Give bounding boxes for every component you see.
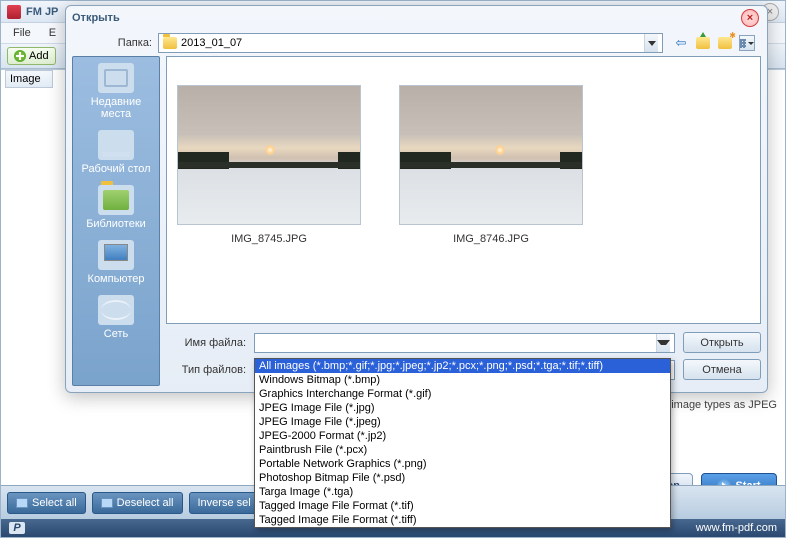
place-desktop[interactable]: Рабочий стол [75, 130, 157, 175]
file-list[interactable]: IMG_8745.JPG IMG_8746.JPG [166, 56, 761, 324]
place-computer[interactable]: Компьютер [75, 240, 157, 285]
folder-icon [163, 37, 177, 49]
app-icon [7, 5, 21, 19]
dropdown-option[interactable]: Paintbrush File (*.pcx) [255, 443, 670, 457]
close-icon[interactable]: × [741, 9, 759, 27]
recent-icon [98, 63, 134, 93]
deselect-all-label: Deselect all [117, 497, 174, 509]
place-label: Недавние места [75, 96, 157, 120]
nav-icons: ⇦ [669, 35, 759, 51]
folder-combo[interactable]: 2013_01_07 [158, 33, 663, 53]
dialog-title: Открыть [72, 12, 741, 24]
chevron-down-icon[interactable] [644, 34, 658, 52]
file-item[interactable]: IMG_8746.JPG [399, 85, 583, 313]
checkbox-empty-icon [101, 498, 113, 508]
libraries-icon [98, 185, 134, 215]
places-bar: Недавние места Рабочий стол Библиотеки К… [72, 56, 160, 386]
place-network[interactable]: Сеть [75, 295, 157, 340]
dialog-nav: Папка: 2013_01_07 ⇦ [66, 30, 767, 56]
up-folder-icon[interactable] [695, 35, 711, 51]
folder-value: 2013_01_07 [181, 37, 640, 49]
filename-label: Имя файла: [166, 337, 246, 349]
new-folder-icon[interactable] [717, 35, 733, 51]
place-label: Сеть [75, 328, 157, 340]
file-item[interactable]: IMG_8745.JPG [177, 85, 361, 313]
dropdown-option[interactable]: Photoshop Bitmap File (*.psd) [255, 471, 670, 485]
file-name: IMG_8745.JPG [177, 233, 361, 245]
view-mode-button[interactable] [739, 35, 755, 51]
status-url[interactable]: www.fm-pdf.com [696, 522, 777, 534]
folder-label: Папка: [74, 37, 152, 49]
place-label: Компьютер [75, 273, 157, 285]
checkbox-icon [16, 498, 28, 508]
dialog-titlebar: Открыть × [66, 6, 767, 30]
add-label: Add [29, 50, 49, 62]
dropdown-option[interactable]: All images (*.bmp;*.gif;*.jpg;*.jpeg;*.j… [255, 359, 670, 373]
computer-icon [98, 240, 134, 270]
dropdown-option[interactable]: Tagged Image File Format (*.tiff) [255, 513, 670, 527]
dropdown-option[interactable]: Targa Image (*.tga) [255, 485, 670, 499]
dropdown-option[interactable]: Windows Bitmap (*.bmp) [255, 373, 670, 387]
dropdown-option[interactable]: JPEG-2000 Format (*.jp2) [255, 429, 670, 443]
place-recent[interactable]: Недавние места [75, 63, 157, 120]
filetype-label: Тип файлов: [166, 364, 246, 376]
deselect-all-button[interactable]: Deselect all [92, 492, 183, 514]
chevron-down-icon[interactable] [656, 334, 670, 352]
place-label: Библиотеки [75, 218, 157, 230]
dropdown-option[interactable]: Portable Network Graphics (*.png) [255, 457, 670, 471]
place-label: Рабочий стол [75, 163, 157, 175]
back-icon[interactable]: ⇦ [673, 35, 689, 51]
network-icon [98, 295, 134, 325]
dropdown-option[interactable]: JPEG Image File (*.jpg) [255, 401, 670, 415]
desktop-icon [98, 130, 134, 160]
image-column-header[interactable]: Image [5, 70, 53, 88]
thumbnail [177, 85, 361, 225]
add-button[interactable]: Add [7, 47, 56, 65]
file-area: IMG_8745.JPG IMG_8746.JPG Имя файла: [166, 56, 761, 386]
dropdown-option[interactable]: Tagged Image File Format (*.tif) [255, 499, 670, 513]
paypal-icon[interactable]: P [9, 522, 25, 534]
dialog-body: Недавние места Рабочий стол Библиотеки К… [72, 56, 761, 386]
dropdown-option[interactable]: Graphics Interchange Format (*.gif) [255, 387, 670, 401]
file-name: IMG_8746.JPG [399, 233, 583, 245]
thumbnail [399, 85, 583, 225]
select-all-button[interactable]: Select all [7, 492, 86, 514]
open-dialog: Открыть × Папка: 2013_01_07 ⇦ Недавние м… [65, 5, 768, 393]
plus-icon [14, 50, 26, 62]
select-all-label: Select all [32, 497, 77, 509]
filetype-dropdown[interactable]: All images (*.bmp;*.gif;*.jpg;*.jpeg;*.j… [254, 358, 671, 528]
dialog-cancel-button[interactable]: Отмена [683, 359, 761, 380]
filename-input[interactable] [254, 333, 675, 353]
menu-file[interactable]: File [5, 25, 39, 41]
place-libraries[interactable]: Библиотеки [75, 185, 157, 230]
dialog-open-button[interactable]: Открыть [683, 332, 761, 353]
inverse-label: Inverse sel [198, 497, 251, 509]
main-title: FM JP [26, 6, 58, 18]
inverse-selection-button[interactable]: Inverse sel [189, 492, 260, 514]
menu-edit[interactable]: E [41, 25, 64, 41]
dropdown-option[interactable]: JPEG Image File (*.jpeg) [255, 415, 670, 429]
